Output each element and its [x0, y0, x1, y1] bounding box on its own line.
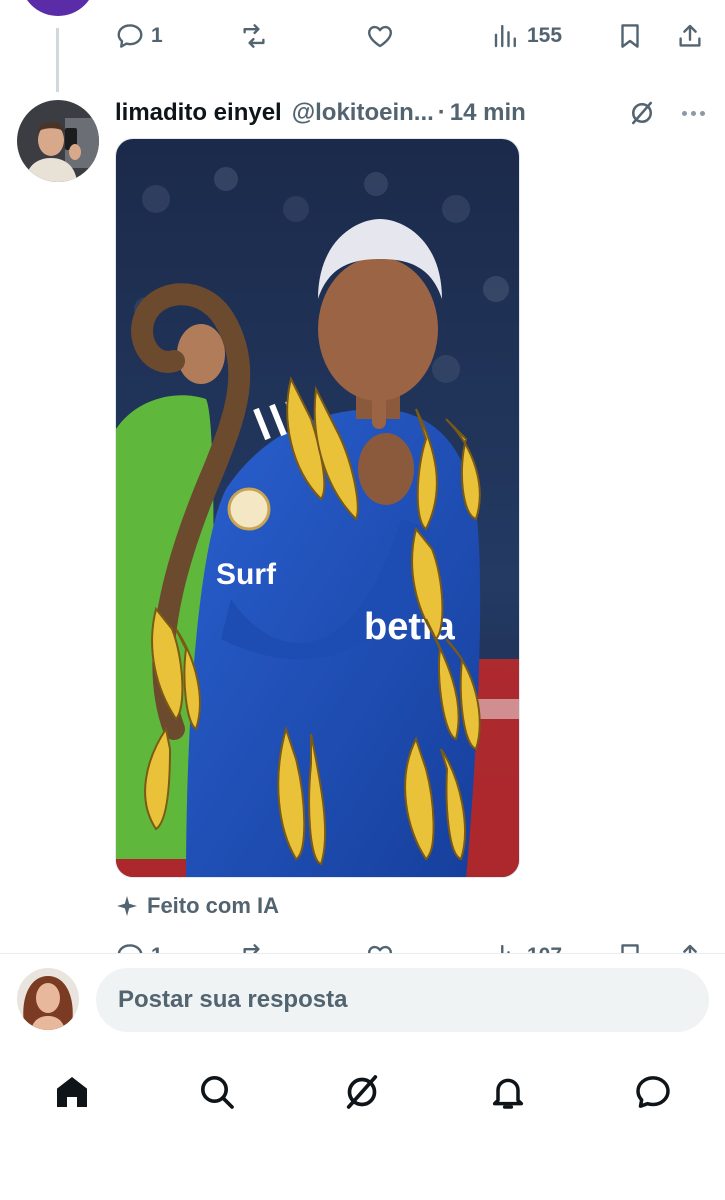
tab-search[interactable]: [195, 1070, 239, 1114]
post-time[interactable]: 14 min: [450, 99, 526, 127]
bookmark-icon: [621, 944, 639, 953]
reply-icon: [117, 944, 143, 953]
share-icon: [683, 944, 697, 953]
notifications-icon: [492, 1078, 524, 1109]
tab-home[interactable]: [50, 1070, 94, 1114]
repost-button[interactable]: [239, 941, 269, 953]
tweet-action-bar: 1 107: [115, 928, 710, 953]
author-name[interactable]: limadito einyel: [115, 99, 282, 127]
ai-label-text: Feito com IA: [147, 893, 280, 918]
heart-icon: [368, 945, 392, 953]
views-icon: [494, 24, 516, 48]
author-handle[interactable]: @lokitoein...: [292, 99, 434, 127]
reply-button[interactable]: 1: [115, 941, 163, 953]
share-icon: [679, 24, 701, 47]
bookmark-icon: [621, 24, 639, 48]
thread-connector-line: [56, 28, 59, 92]
tweet-media-image[interactable]: betfa Surf: [115, 138, 520, 878]
bookmark-button[interactable]: [615, 941, 645, 953]
repost-icon: [243, 24, 265, 48]
views-icon: [501, 944, 510, 953]
grok-icon[interactable]: [627, 98, 657, 128]
reply-count: 1: [151, 944, 163, 953]
bookmark-button[interactable]: [615, 21, 645, 51]
share-button[interactable]: [675, 941, 705, 953]
repost-button[interactable]: [239, 21, 269, 51]
reply-icon: [117, 24, 143, 48]
header-separator: ·: [437, 99, 446, 126]
heart-icon: [368, 25, 392, 48]
search-icon: [201, 1076, 234, 1109]
reply-bar-divider: [0, 953, 725, 954]
current-user-avatar[interactable]: [17, 968, 79, 1030]
views-count: 107: [527, 944, 562, 953]
repost-icon: [243, 944, 260, 953]
sparkle-icon: [117, 896, 137, 916]
author-avatar[interactable]: [17, 100, 99, 182]
grok-icon: [346, 1075, 378, 1109]
more-options-icon[interactable]: [677, 98, 709, 128]
like-button[interactable]: [365, 21, 395, 51]
reply-count: 1: [151, 24, 163, 47]
views-count: 155: [527, 24, 563, 47]
tweet-action-bar-clipped: 1 107: [0, 928, 725, 953]
messages-icon: [636, 1076, 670, 1108]
previous-tweet-action-bar: 1 155: [115, 16, 710, 56]
views-button[interactable]: 107: [491, 941, 562, 953]
reply-input[interactable]: Postar sua resposta: [96, 968, 709, 1032]
reply-input-placeholder: Postar sua resposta: [118, 986, 348, 1013]
home-icon: [57, 1077, 87, 1107]
ai-generated-label[interactable]: Feito com IA: [115, 890, 279, 922]
views-button[interactable]: 155: [491, 21, 562, 51]
previous-tweet-avatar[interactable]: [20, 0, 96, 16]
reply-button[interactable]: 1: [115, 21, 163, 51]
tab-messages[interactable]: [631, 1070, 675, 1114]
ai-generated-football-player-image: betfa Surf: [116, 139, 519, 877]
like-button[interactable]: [365, 941, 395, 953]
bottom-navigation: [0, 1062, 725, 1126]
tab-notifications[interactable]: [486, 1070, 530, 1114]
tweet-header: limadito einyel @lokitoein... · 14 min: [115, 96, 710, 130]
share-button[interactable]: [675, 21, 705, 51]
tab-grok[interactable]: [340, 1070, 384, 1114]
sleeve-sponsor-text: Surf: [216, 558, 277, 591]
